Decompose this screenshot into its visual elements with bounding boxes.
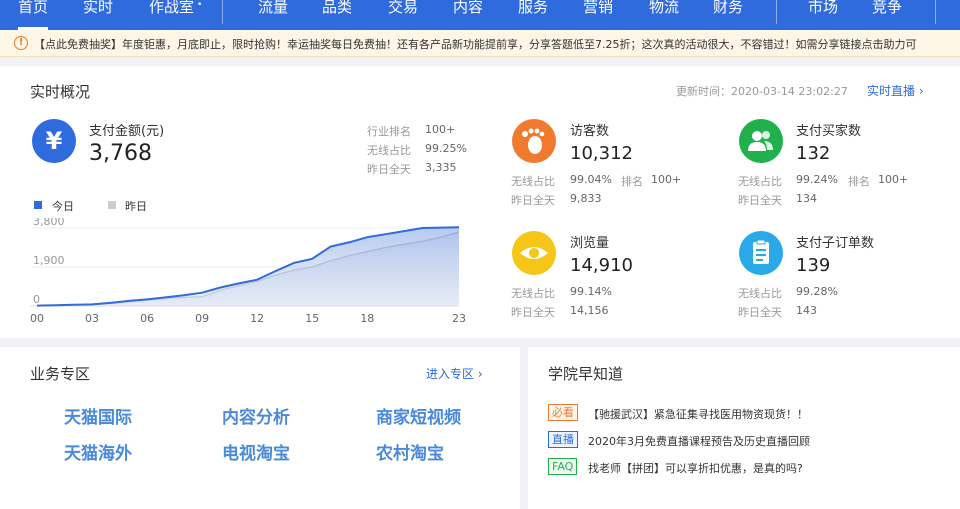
stat-value: 99.25% xyxy=(425,142,467,155)
x-tick-label: 03 xyxy=(85,312,99,325)
footprint-icon xyxy=(512,119,556,163)
badge-live: 直播 xyxy=(548,431,578,448)
x-tick-label: 18 xyxy=(360,312,374,325)
realtime-overview-card: 实时概况 更新时间：2020-03-14 23:02:27 实时直播 › ¥ 支… xyxy=(0,66,960,338)
badge-faq: FAQ xyxy=(548,458,578,475)
zone-link[interactable]: 电视淘宝 xyxy=(222,439,290,464)
stat-key: 行业排名 xyxy=(367,125,411,138)
y-tick-label: 0 xyxy=(33,293,40,306)
stat-value: 100+ xyxy=(651,173,682,186)
nav-service[interactable]: 服务 xyxy=(518,0,548,30)
stat-key: 无线占比 xyxy=(511,175,555,188)
legend-today[interactable]: 今日 xyxy=(52,198,74,214)
news-item[interactable]: 找老师【拼团】可以享折扣优惠，是真的吗? xyxy=(588,460,803,476)
legend-today-swatch xyxy=(34,201,42,209)
stat-key: 排名 xyxy=(848,175,870,188)
section-title: 业务专区 xyxy=(30,365,91,383)
x-tick-label: 09 xyxy=(195,312,209,325)
nav-marketing[interactable]: 营销 xyxy=(583,0,613,30)
news-item[interactable]: 2020年3月免费直播课程预告及历史直播回顾 xyxy=(588,433,810,449)
notice-bar[interactable]: ! 【点此免费抽奖】年度钜惠，月底即止，限时抢购！幸运抽奖每日免费抽！还有各产品… xyxy=(0,30,960,57)
legend-yesterday[interactable]: 昨日 xyxy=(125,198,147,214)
stat-key: 昨日全天 xyxy=(738,306,782,319)
legend-yesterday-swatch xyxy=(108,201,116,209)
stat-value: 134 xyxy=(796,192,817,205)
buyers-value: 132 xyxy=(796,143,831,164)
section-title: 学院早知道 xyxy=(548,365,624,383)
payment-trend-chart[interactable]: 3,8001,900000 03 06 09 12 15 18 23 xyxy=(0,218,480,336)
payment-value: 3,768 xyxy=(89,141,152,166)
y-tick-label: 1,900 xyxy=(33,254,65,267)
visitors-value: 10,312 xyxy=(570,143,633,164)
nav-war-room[interactable]: 作战室 xyxy=(149,0,194,30)
stat-value: 99.14% xyxy=(570,285,612,298)
pageviews-label: 浏览量 xyxy=(570,236,610,251)
stat-value: 143 xyxy=(796,304,817,317)
warning-icon: ! xyxy=(14,36,28,50)
nav-divider xyxy=(222,0,223,24)
zone-link[interactable]: 商家短视频 xyxy=(376,403,461,428)
stat-value: 99.04% xyxy=(570,173,612,186)
new-dot-icon: • xyxy=(197,0,203,10)
pageviews-value: 14,910 xyxy=(570,255,633,276)
x-tick-label: 23 xyxy=(452,312,466,325)
nav-logistics[interactable]: 物流 xyxy=(649,0,679,30)
stat-value: 9,833 xyxy=(570,192,602,205)
stat-value: 100+ xyxy=(878,173,909,186)
zone-link[interactable]: 天猫国际 xyxy=(64,403,132,428)
nav-market[interactable]: 市场 xyxy=(808,0,838,30)
y-tick-label: 3,800 xyxy=(33,218,65,228)
users-icon xyxy=(739,119,783,163)
badge-must-see: 必看 xyxy=(548,404,578,421)
nav-category[interactable]: 品类 xyxy=(322,0,352,30)
nav-competition[interactable]: 竞争 xyxy=(872,0,902,30)
stat-value: 100+ xyxy=(425,123,456,136)
nav-traffic[interactable]: 流量 xyxy=(258,0,288,30)
visitors-label: 访客数 xyxy=(570,124,610,139)
top-nav: 首页 实时 作战室 • 流量 品类 交易 内容 服务 营销 物流 财务 市场 竞… xyxy=(0,0,960,30)
nav-divider xyxy=(935,0,936,24)
zone-link[interactable]: 农村淘宝 xyxy=(376,439,444,464)
stat-key: 排名 xyxy=(621,175,643,188)
nav-content[interactable]: 内容 xyxy=(453,0,483,30)
payment-label: 支付金额(元) xyxy=(89,124,165,139)
yuan-icon: ¥ xyxy=(32,119,76,163)
nav-realtime[interactable]: 实时 xyxy=(83,0,113,30)
update-time: 更新时间：2020-03-14 23:02:27 xyxy=(676,85,848,98)
zone-link[interactable]: 天猫海外 xyxy=(64,439,132,464)
x-tick-label: 00 xyxy=(30,312,44,325)
business-zone-card: 业务专区 进入专区 › 天猫国际 内容分析 商家短视频 天猫海外 电视淘宝 农村… xyxy=(0,347,520,509)
stat-key: 昨日全天 xyxy=(511,194,555,207)
enter-zone-link[interactable]: 进入专区 › xyxy=(426,365,483,382)
stat-key: 无线占比 xyxy=(738,287,782,300)
stat-key: 昨日全天 xyxy=(738,194,782,207)
clipboard-icon xyxy=(739,231,783,275)
eye-icon xyxy=(512,231,556,275)
live-link[interactable]: 实时直播 › xyxy=(867,82,924,99)
stat-value: 14,156 xyxy=(570,304,609,317)
section-title: 实时概况 xyxy=(30,83,91,101)
stat-value: 99.24% xyxy=(796,173,838,186)
notice-text[interactable]: 【点此免费抽奖】年度钜惠，月底即止，限时抢购！幸运抽奖每日免费抽！还有各产品新功… xyxy=(34,36,917,52)
academy-card: 学院早知道 必看 【驰援武汉】紧急征集寻找医用物资现货！！ 直播 2020年3月… xyxy=(528,347,960,509)
stat-key: 无线占比 xyxy=(511,287,555,300)
nav-finance[interactable]: 财务 xyxy=(713,0,743,30)
suborders-label: 支付子订单数 xyxy=(796,236,875,251)
stat-value: 99.28% xyxy=(796,285,838,298)
nav-home[interactable]: 首页 xyxy=(18,0,49,30)
x-tick-label: 12 xyxy=(250,312,264,325)
nav-divider xyxy=(776,0,777,24)
zone-link[interactable]: 内容分析 xyxy=(222,403,290,428)
suborders-value: 139 xyxy=(796,255,831,276)
stat-key: 昨日全天 xyxy=(367,163,411,176)
x-tick-label: 06 xyxy=(140,312,154,325)
nav-trade[interactable]: 交易 xyxy=(388,0,418,30)
stat-key: 无线占比 xyxy=(738,175,782,188)
stat-key: 昨日全天 xyxy=(511,306,555,319)
news-item[interactable]: 【驰援武汉】紧急征集寻找医用物资现货！！ xyxy=(588,406,808,422)
stat-key: 无线占比 xyxy=(367,144,411,157)
buyers-label: 支付买家数 xyxy=(796,124,862,139)
stat-value: 3,335 xyxy=(425,161,457,174)
x-tick-label: 15 xyxy=(305,312,319,325)
